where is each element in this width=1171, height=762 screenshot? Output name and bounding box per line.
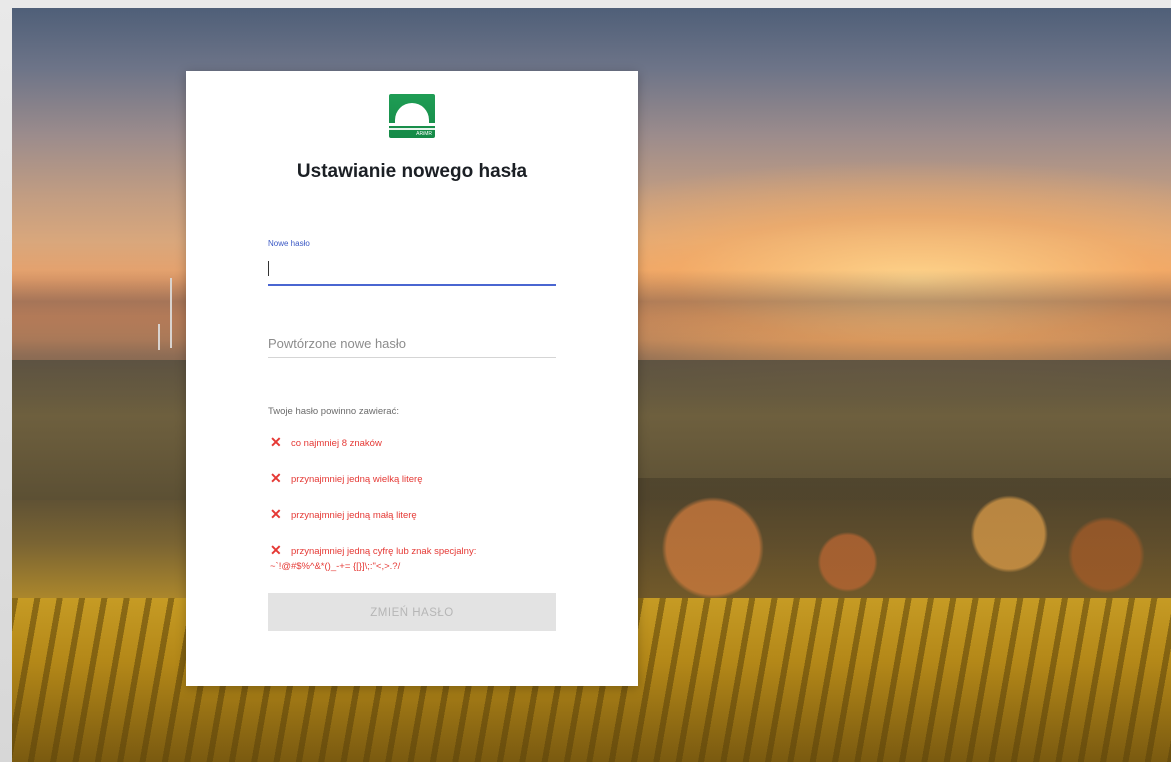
x-icon: ✕ — [270, 542, 282, 558]
logo-text: ARiMR — [416, 131, 432, 137]
requirement-item: ✕ przynajmniej jedną małą literę — [270, 506, 417, 523]
new-password-input[interactable] — [268, 254, 556, 286]
arimr-logo: ARiMR — [389, 94, 435, 138]
requirement-item: ✕ co najmniej 8 znaków — [270, 434, 382, 451]
requirement-text: przynajmniej jedną małą literę — [291, 510, 417, 521]
x-icon: ✕ — [270, 470, 282, 486]
page-title: Ustawianie nowego hasła — [296, 161, 528, 182]
requirement-text: przynajmniej jedną wielką literę — [291, 474, 423, 485]
requirements-heading: Twoje hasło powinno zawierać: — [268, 406, 399, 417]
change-password-button[interactable]: ZMIEŃ HASŁO — [268, 593, 556, 631]
repeat-password-input[interactable] — [268, 329, 556, 358]
x-icon: ✕ — [270, 506, 282, 522]
wind-turbine — [158, 324, 160, 350]
x-icon: ✕ — [270, 434, 282, 450]
requirement-text-block: przynajmniej jedną cyfrę lub znak specja… — [270, 544, 477, 574]
password-reset-card: ARiMR Ustawianie nowego hasła Nowe hasło… — [186, 71, 638, 686]
logo-sun — [395, 103, 429, 123]
logo-stripe — [389, 128, 435, 130]
app-window: ARiMR Ustawianie nowego hasła Nowe hasło… — [0, 0, 1171, 762]
requirement-text: co najmniej 8 znaków — [291, 438, 382, 449]
logo-stripe — [389, 123, 435, 126]
new-password-label: Nowe hasło — [268, 239, 310, 248]
special-characters: ~`!@#$%^&*()_-+= {[}]\;:"<,>.?/ — [270, 561, 401, 572]
requirement-item: ✕ przynajmniej jedną cyfrę lub znak spec… — [270, 542, 477, 574]
wind-turbine — [170, 278, 172, 348]
requirement-text: przynajmniej jedną cyfrę lub znak specja… — [291, 546, 477, 557]
text-caret — [268, 261, 269, 276]
requirement-item: ✕ przynajmniej jedną wielką literę — [270, 470, 423, 487]
village — [632, 478, 1171, 618]
